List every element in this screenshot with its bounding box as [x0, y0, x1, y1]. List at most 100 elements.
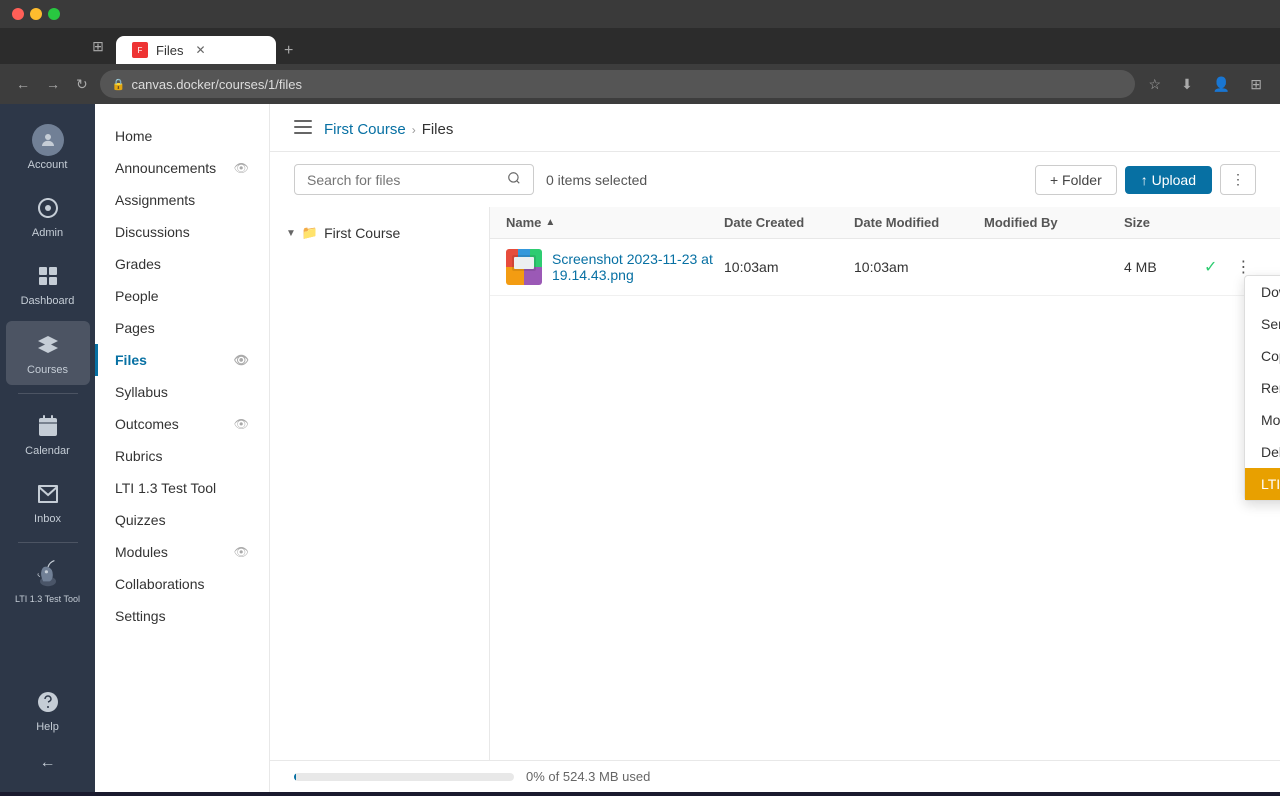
course-nav-discussions[interactable]: Discussions: [95, 216, 269, 248]
url-bar[interactable]: 🔒 canvas.docker/courses/1/files: [100, 70, 1135, 98]
file-tree-folder[interactable]: ▼ 📁 First Course: [270, 219, 489, 247]
sidebar-item-courses[interactable]: Courses: [6, 321, 90, 385]
sidebar-item-inbox[interactable]: Inbox: [6, 470, 90, 534]
collapse-nav-button[interactable]: ←: [6, 746, 90, 780]
profile-button[interactable]: 👤: [1207, 72, 1236, 97]
course-nav-pages-label: Pages: [115, 320, 155, 336]
breadcrumb-course-link[interactable]: First Course: [324, 121, 406, 138]
file-list-header: Name ▲ Date Created Date Modified Modifi…: [490, 207, 1280, 239]
maximize-dot[interactable]: [48, 8, 60, 20]
course-nav-pages[interactable]: Pages: [95, 312, 269, 344]
file-tree: ▼ 📁 First Course: [270, 207, 490, 760]
toolbar-actions: + Folder ↑ Upload ⋮: [1035, 164, 1256, 195]
context-menu-rename[interactable]: Rename: [1245, 372, 1280, 404]
close-dot[interactable]: [12, 8, 24, 20]
minimize-dot[interactable]: [30, 8, 42, 20]
more-options-button[interactable]: ⋮: [1220, 164, 1256, 195]
tree-arrow-icon: ▼: [286, 228, 296, 239]
course-nav-quizzes-label: Quizzes: [115, 512, 166, 528]
course-nav-collaborations[interactable]: Collaborations: [95, 568, 269, 600]
course-nav-rubrics-label: Rubrics: [115, 448, 162, 464]
lock-icon: 🔒: [112, 78, 126, 91]
tab-title: Files: [156, 43, 183, 58]
course-nav-home[interactable]: Home: [95, 120, 269, 152]
col-name-label: Name: [506, 215, 541, 230]
col-modified-by-label: Modified By: [984, 215, 1058, 230]
course-nav-announcements[interactable]: Announcements 👁: [95, 152, 269, 184]
course-nav-files[interactable]: Files 👁: [95, 344, 269, 376]
files-body: ▼ 📁 First Course Name ▲ Date Created: [270, 207, 1280, 760]
context-menu-send-to[interactable]: Send To...: [1245, 308, 1280, 340]
context-menu-move-to[interactable]: Move To...: [1245, 404, 1280, 436]
search-button[interactable]: [507, 171, 521, 188]
lti-icon: [32, 559, 64, 591]
course-nav-people-label: People: [115, 288, 159, 304]
column-size-header[interactable]: Size: [1124, 215, 1204, 230]
new-tab-button[interactable]: +: [276, 38, 301, 64]
course-nav-modules[interactable]: Modules 👁: [95, 536, 269, 568]
courses-label: Courses: [27, 364, 68, 377]
sidebar-item-calendar[interactable]: Calendar: [6, 402, 90, 466]
dashboard-label: Dashboard: [21, 295, 75, 308]
file-date-modified: 10:03am: [854, 259, 984, 275]
search-input[interactable]: [307, 172, 499, 188]
column-date-modified-header[interactable]: Date Modified: [854, 215, 984, 230]
announcements-eye-icon: 👁: [234, 161, 249, 175]
history-icon[interactable]: ⊞: [80, 28, 116, 64]
sidebar-item-account[interactable]: Account: [6, 116, 90, 180]
course-nav-grades[interactable]: Grades: [95, 248, 269, 280]
sort-arrow-icon: ▲: [545, 217, 555, 228]
course-nav-lti-test[interactable]: LTI 1.3 Test Tool: [95, 472, 269, 504]
extensions-button[interactable]: ⊞: [1244, 72, 1268, 97]
column-name-header[interactable]: Name ▲: [506, 215, 724, 230]
download-button[interactable]: ⬇: [1175, 72, 1199, 97]
sidebar-item-admin[interactable]: Admin: [6, 184, 90, 248]
course-nav-collaborations-label: Collaborations: [115, 576, 205, 592]
file-name-link[interactable]: Screenshot 2023-11-23 at 19.14.43.png: [552, 251, 724, 283]
bookmark-button[interactable]: ☆: [1143, 72, 1168, 97]
col-size-label: Size: [1124, 215, 1150, 230]
course-nav-syllabus-label: Syllabus: [115, 384, 168, 400]
sidebar-item-dashboard[interactable]: Dashboard: [6, 252, 90, 316]
column-date-created-header[interactable]: Date Created: [724, 215, 854, 230]
hamburger-button[interactable]: [294, 118, 312, 141]
sidebar-item-lti[interactable]: LTI 1.3 Test Tool: [6, 551, 90, 613]
lti-label: LTI 1.3 Test Tool: [15, 594, 80, 605]
tab-close-button[interactable]: ✕: [195, 43, 205, 57]
left-nav: Account Admin Dashboard: [0, 104, 95, 792]
inbox-label: Inbox: [34, 513, 61, 526]
calendar-label: Calendar: [25, 445, 70, 458]
course-nav-people[interactable]: People: [95, 280, 269, 312]
course-nav-assignments[interactable]: Assignments: [95, 184, 269, 216]
upload-button[interactable]: ↑ Upload: [1125, 166, 1212, 194]
course-nav-outcomes[interactable]: Outcomes 👁: [95, 408, 269, 440]
outcomes-eye-icon: 👁: [234, 417, 249, 431]
table-row: Screenshot 2023-11-23 at 19.14.43.png 10…: [490, 239, 1280, 296]
browser-tabs: ⊞ F Files ✕ +: [0, 28, 1280, 64]
forward-button[interactable]: →: [42, 72, 64, 96]
active-tab[interactable]: F Files ✕: [116, 36, 276, 64]
calendar-icon: [32, 410, 64, 442]
file-date-created: 10:03am: [724, 259, 854, 275]
course-nav-settings[interactable]: Settings: [95, 600, 269, 632]
course-nav: Home Announcements 👁 Assignments Discuss…: [95, 104, 270, 792]
sidebar-item-help[interactable]: Help: [6, 678, 90, 742]
context-menu-copy-to[interactable]: Copy To...: [1245, 340, 1280, 372]
back-button[interactable]: ←: [12, 72, 34, 96]
context-menu-delete[interactable]: Delete: [1245, 436, 1280, 468]
add-folder-button[interactable]: + Folder: [1035, 165, 1117, 195]
course-nav-syllabus[interactable]: Syllabus: [95, 376, 269, 408]
dashboard-icon: [32, 260, 64, 292]
files-toolbar: 0 items selected + Folder ↑ Upload ⋮: [270, 152, 1280, 207]
file-size: 4 MB: [1124, 259, 1204, 275]
course-nav-lti-test-label: LTI 1.3 Test Tool: [115, 480, 216, 496]
course-nav-discussions-label: Discussions: [115, 224, 190, 240]
refresh-button[interactable]: ↻: [72, 72, 92, 97]
context-menu-download[interactable]: Download: [1245, 276, 1280, 308]
inbox-icon: [32, 478, 64, 510]
column-modified-by-header[interactable]: Modified By: [984, 215, 1124, 230]
course-nav-quizzes[interactable]: Quizzes: [95, 504, 269, 536]
course-nav-rubrics[interactable]: Rubrics: [95, 440, 269, 472]
context-menu-lti[interactable]: LTI 1.3 Test Tool: [1245, 468, 1280, 500]
app-container: Account Admin Dashboard: [0, 104, 1280, 792]
